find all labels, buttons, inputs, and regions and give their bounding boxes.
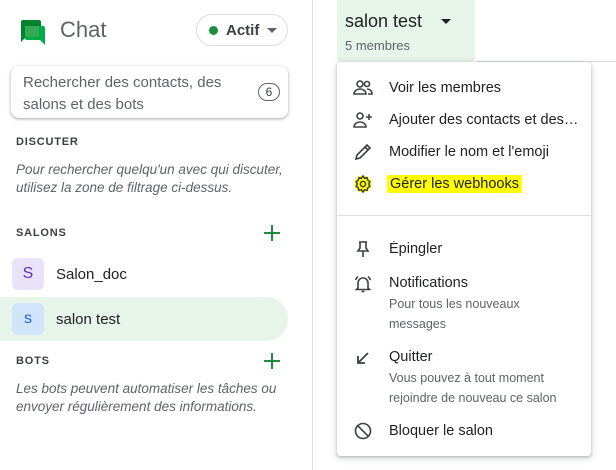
sidebar-divider xyxy=(312,0,313,470)
menu-item-label: Bloquer le salon xyxy=(389,423,493,439)
menu-item-pin[interactable]: Épingler xyxy=(337,232,591,266)
add-person-icon xyxy=(353,110,373,130)
menu-item-label: Gérer les webhooks xyxy=(387,175,522,193)
menu-divider xyxy=(337,215,591,216)
search-count-badge: 6 xyxy=(258,83,280,101)
menu-item-label: Voir les membres xyxy=(389,80,502,96)
pin-icon xyxy=(353,239,373,259)
section-title-salons: SALONS xyxy=(16,227,67,239)
block-icon xyxy=(353,421,373,441)
section-title-discuter: DISCUTER xyxy=(16,136,79,148)
menu-item-label: Épingler xyxy=(389,241,443,257)
menu-item-leave[interactable]: Quitter Vous pouvez à tout moment rejoin… xyxy=(337,340,591,410)
menu-item-notifications[interactable]: Notifications Pour tous les nouveaux mes… xyxy=(337,266,591,336)
menu-item-description: Vous pouvez à tout moment rejoindre de n… xyxy=(389,371,557,405)
room-avatar-initial: S xyxy=(22,265,34,282)
section-note-discuter: Pour rechercher quelqu'un avec qui discu… xyxy=(16,162,283,195)
room-avatar: s xyxy=(12,303,44,335)
room-name: salon test xyxy=(56,310,121,328)
add-room-button[interactable] xyxy=(262,223,282,243)
status-dot xyxy=(209,25,218,35)
menu-item-label: Quitter xyxy=(389,349,433,365)
menu-item-label: Modifier le nom et l'emoji xyxy=(389,144,549,160)
menu-item-block-room[interactable]: Bloquer le salon xyxy=(337,414,591,448)
sidebar: Chat Actif Rechercher des contacts, des … xyxy=(0,0,300,470)
status-dropdown[interactable]: Actif xyxy=(196,14,288,46)
search-placeholder: Rechercher des contacts, des salons et d… xyxy=(23,74,222,113)
chat-logo-icon xyxy=(17,17,47,47)
menu-item-label: Ajouter des contacts et des bots xyxy=(389,112,579,128)
app-title: Chat xyxy=(60,17,107,42)
room-name: Salon_doc xyxy=(56,265,127,283)
room-member-count: 5 membres xyxy=(345,38,411,53)
gear-icon xyxy=(353,174,373,194)
search-input[interactable]: Rechercher des contacts, des salons et d… xyxy=(11,66,288,118)
section-title-bots: BOTS xyxy=(16,355,50,367)
menu-item-description: Pour tous les nouveaux messages xyxy=(389,297,520,331)
menu-item-manage-webhooks[interactable]: Gérer les webhooks xyxy=(337,168,591,200)
room-item-salon-doc[interactable]: S Salon_doc xyxy=(0,252,288,296)
section-note-bots: Les bots peuvent automatiser les tâches … xyxy=(16,381,277,414)
menu-item-add-contacts[interactable]: Ajouter des contacts et des bots xyxy=(337,104,591,136)
room-avatar-initial: s xyxy=(24,310,32,327)
add-bot-button[interactable] xyxy=(262,351,282,371)
room-header-button[interactable]: salon test 5 membres xyxy=(337,0,475,62)
room-item-salon-test[interactable]: s salon test xyxy=(0,297,288,341)
pencil-icon xyxy=(353,142,373,162)
caret-down-icon xyxy=(441,19,451,24)
room-menu: Voir les membres Ajouter des contacts et… xyxy=(337,62,591,456)
room-avatar: S xyxy=(12,258,44,290)
menu-item-view-members[interactable]: Voir les membres xyxy=(337,72,591,104)
people-icon xyxy=(353,78,373,98)
room-title: salon test xyxy=(345,11,423,31)
bell-icon xyxy=(353,274,373,294)
menu-item-edit-name[interactable]: Modifier le nom et l'emoji xyxy=(337,136,591,168)
exit-arrow-icon xyxy=(353,348,373,368)
status-label: Actif xyxy=(226,21,260,39)
menu-item-label: Notifications xyxy=(389,275,468,291)
chevron-down-icon xyxy=(267,27,278,33)
